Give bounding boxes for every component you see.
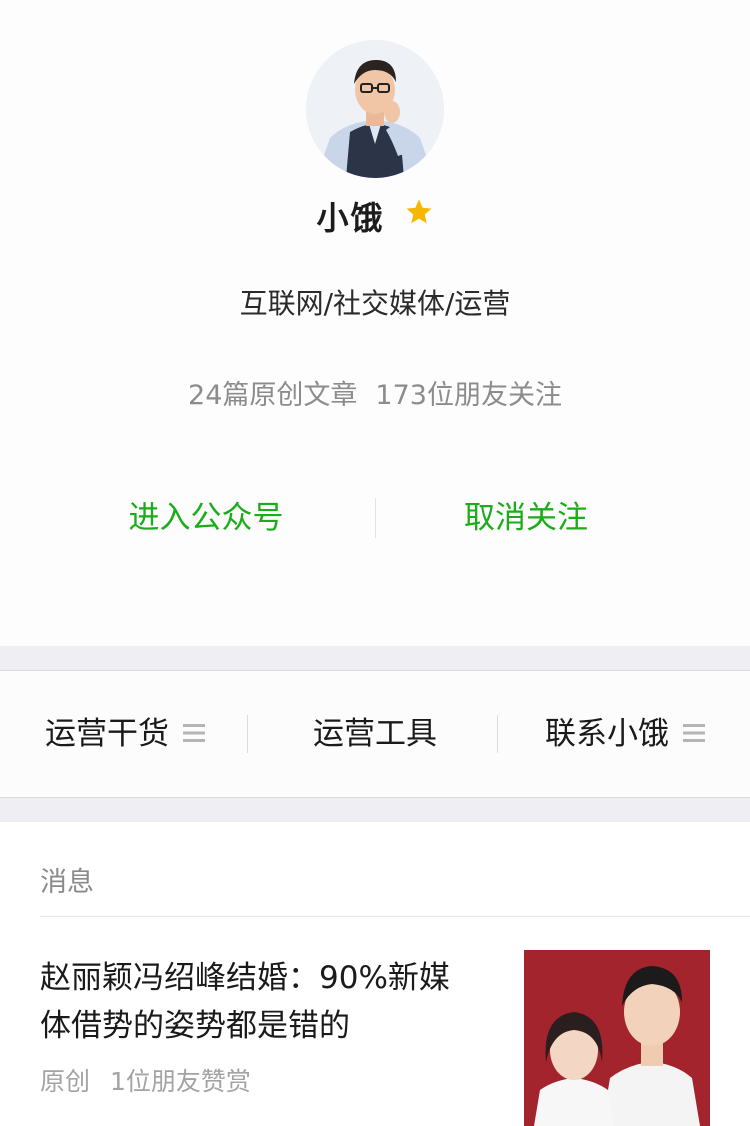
followers-count: 173位朋友关注: [375, 380, 562, 411]
articles-count: 24篇原创文章: [188, 380, 358, 411]
menu-item-label: 运营干货: [45, 716, 169, 752]
enter-account-button[interactable]: 进入公众号: [80, 490, 332, 546]
section-gap: [0, 646, 750, 671]
menu-lines-icon: [683, 670, 705, 796]
article-title: 赵丽颖冯绍峰结婚：90%新媒体借势的姿势都是错的: [40, 960, 450, 1044]
menu-lines-icon: [183, 670, 205, 796]
profile-actions: 进入公众号 取消关注: [0, 490, 750, 546]
account-menu: 运营干货 运营工具 联系小饿: [0, 671, 750, 797]
name-row: 小饿: [0, 193, 750, 243]
avatar[interactable]: [306, 40, 444, 178]
menu-item-operations-tips[interactable]: 运营干货: [0, 671, 250, 797]
actions-divider: [375, 498, 376, 538]
menu-separator: [497, 715, 498, 753]
divider: [40, 916, 750, 917]
messages-section: 消息 赵丽颖冯绍峰结婚：90%新媒体借势的姿势都是错的 原创 1位朋友赞赏: [0, 822, 750, 1126]
menu-item-label: 联系小饿: [545, 716, 669, 752]
profile-card: 小饿 互联网/社交媒体/运营 24篇原创文章 173位朋友关注 进入公众号 取消关…: [0, 0, 750, 646]
account-bio: 互联网/社交媒体/运营: [239, 287, 511, 320]
appreciation-count: 1位朋友赞赏: [110, 1067, 251, 1096]
article-meta: 原创 1位朋友赞赏: [40, 1062, 251, 1098]
unfollow-button[interactable]: 取消关注: [400, 490, 652, 546]
account-name: 小饿: [316, 199, 385, 237]
section-title: 消息: [40, 867, 94, 898]
article-item[interactable]: 赵丽颖冯绍峰结婚：90%新媒体借势的姿势都是错的 原创 1位朋友赞赏: [0, 918, 750, 1126]
avatar-image: [306, 40, 444, 178]
star-icon: [404, 197, 434, 231]
section-gap: [0, 797, 750, 822]
account-stats: 24篇原创文章 173位朋友关注: [0, 373, 750, 412]
menu-item-contact[interactable]: 联系小饿: [500, 671, 750, 797]
menu-item-operations-tools[interactable]: 运营工具: [250, 671, 500, 797]
article-thumbnail: [524, 950, 710, 1126]
original-tag: 原创: [40, 1067, 91, 1096]
menu-item-label: 运营工具: [313, 716, 437, 752]
menu-separator: [247, 715, 248, 753]
